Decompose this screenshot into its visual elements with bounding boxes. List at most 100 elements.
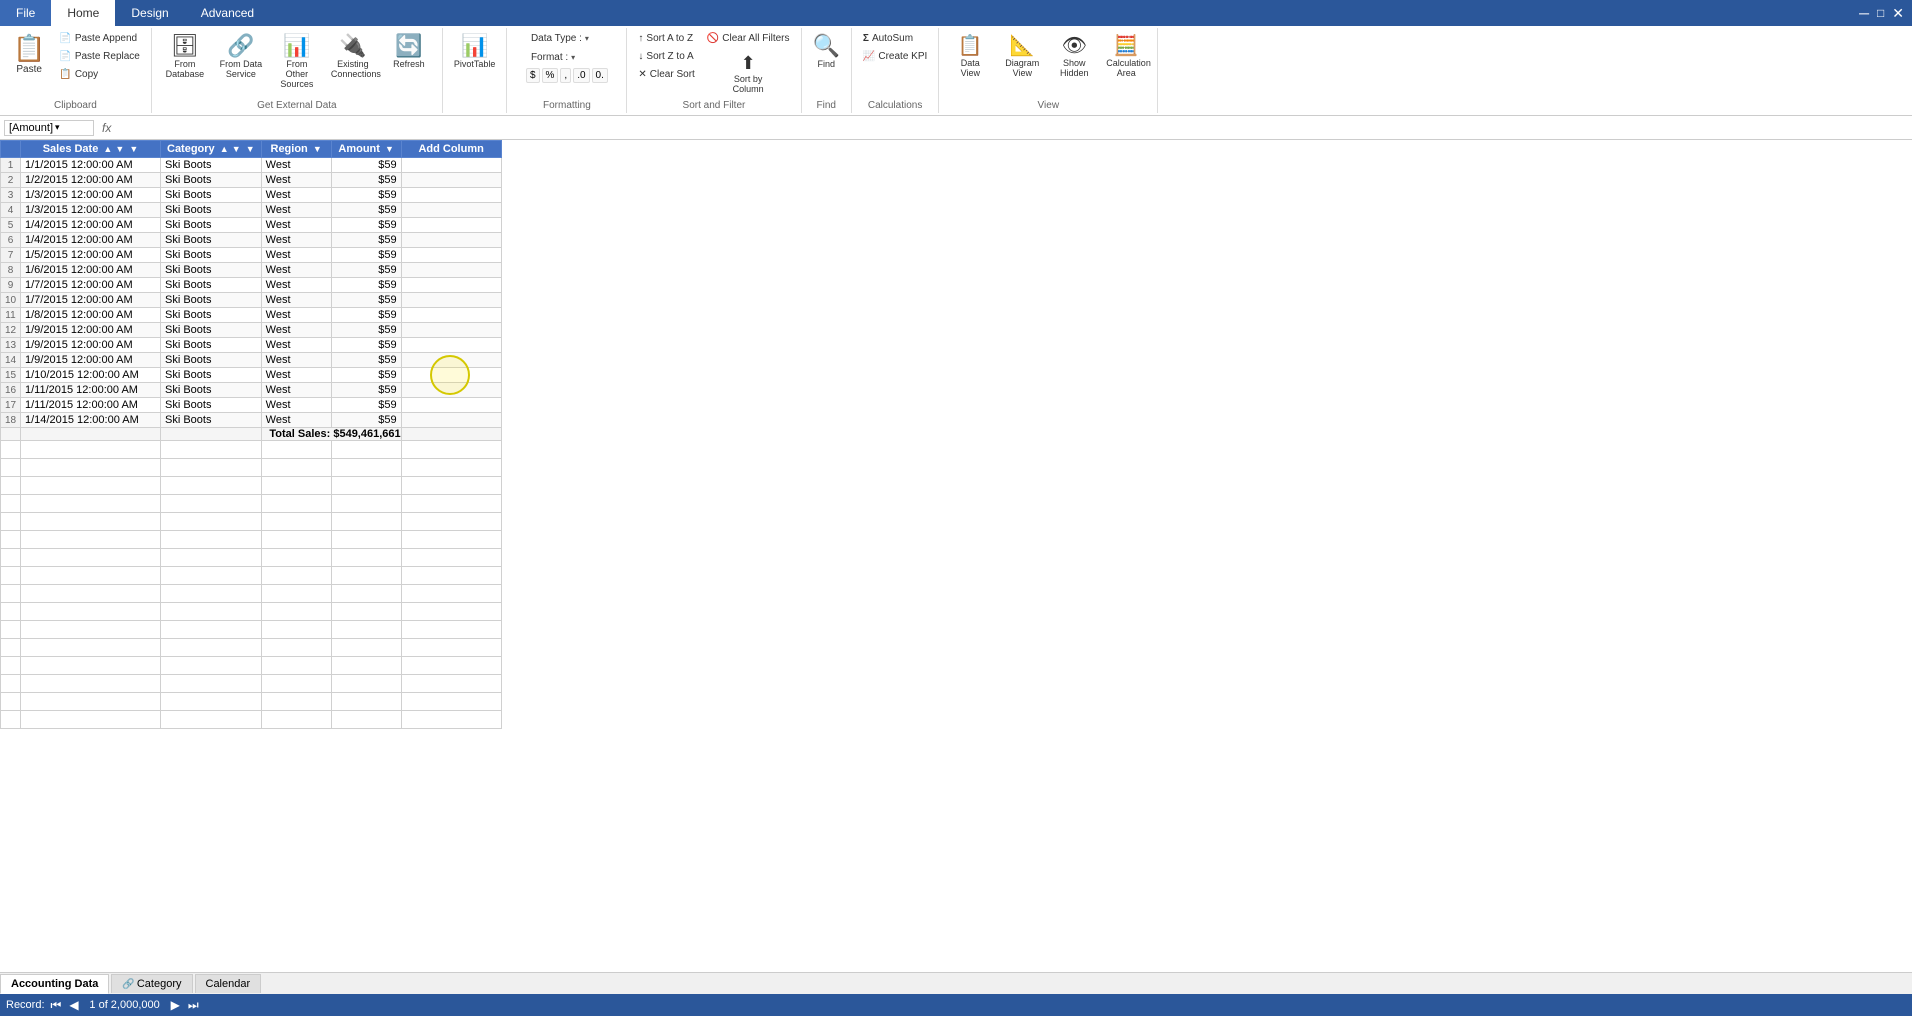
table-row[interactable]: 2 1/2/2015 12:00:00 AM Ski Boots West $5… bbox=[1, 173, 502, 188]
cell-amount[interactable]: $59 bbox=[331, 173, 401, 188]
cell-region[interactable]: West bbox=[261, 398, 331, 413]
col-header-category[interactable]: Category ▲ ▼ ▼ bbox=[161, 141, 262, 158]
sheet-tab-category[interactable]: 🔗 Category bbox=[111, 974, 192, 993]
percent-button[interactable]: % bbox=[542, 68, 559, 83]
cell-amount[interactable]: $59 bbox=[331, 353, 401, 368]
cell-amount[interactable]: $59 bbox=[331, 278, 401, 293]
cell-category[interactable]: Ski Boots bbox=[161, 338, 262, 353]
pivottable-button[interactable]: 📊 PivotTable bbox=[449, 30, 501, 109]
cell-category[interactable]: Ski Boots bbox=[161, 248, 262, 263]
table-row[interactable]: 4 1/3/2015 12:00:00 AM Ski Boots West $5… bbox=[1, 203, 502, 218]
cell-extra[interactable] bbox=[401, 263, 501, 278]
cell-extra[interactable] bbox=[401, 293, 501, 308]
sort-a-z-button[interactable]: ↑ Sort A to Z bbox=[633, 30, 699, 47]
cell-extra[interactable] bbox=[401, 173, 501, 188]
cell-region[interactable]: West bbox=[261, 353, 331, 368]
cell-region[interactable]: West bbox=[261, 158, 331, 173]
cell-category[interactable]: Ski Boots bbox=[161, 188, 262, 203]
paste-append-button[interactable]: 📄 Paste Append bbox=[54, 30, 145, 47]
cell-sales-date[interactable]: 1/9/2015 12:00:00 AM bbox=[21, 323, 161, 338]
table-row[interactable]: 16 1/11/2015 12:00:00 AM Ski Boots West … bbox=[1, 383, 502, 398]
category-filter-icon[interactable]: ▼ bbox=[246, 144, 255, 154]
cell-category[interactable]: Ski Boots bbox=[161, 263, 262, 278]
cell-extra[interactable] bbox=[401, 308, 501, 323]
sales-date-filter-icon[interactable]: ▼ bbox=[129, 144, 138, 154]
table-row[interactable]: 11 1/8/2015 12:00:00 AM Ski Boots West $… bbox=[1, 308, 502, 323]
cell-category[interactable]: Ski Boots bbox=[161, 293, 262, 308]
cell-sales-date[interactable]: 1/14/2015 12:00:00 AM bbox=[21, 413, 161, 428]
cell-sales-date[interactable]: 1/9/2015 12:00:00 AM bbox=[21, 338, 161, 353]
col-header-region[interactable]: Region ▼ bbox=[261, 141, 331, 158]
tab-design[interactable]: Design bbox=[115, 0, 184, 26]
table-row[interactable]: 13 1/9/2015 12:00:00 AM Ski Boots West $… bbox=[1, 338, 502, 353]
formula-input[interactable] bbox=[119, 122, 1908, 134]
cell-amount[interactable]: $59 bbox=[331, 368, 401, 383]
refresh-button[interactable]: 🔄 Refresh bbox=[382, 30, 436, 72]
cell-region[interactable]: West bbox=[261, 323, 331, 338]
paste-button[interactable]: 📋 Paste bbox=[6, 30, 52, 78]
cell-category[interactable]: Ski Boots bbox=[161, 158, 262, 173]
cell-category[interactable]: Ski Boots bbox=[161, 413, 262, 428]
cell-region[interactable]: West bbox=[261, 278, 331, 293]
cell-sales-date[interactable]: 1/4/2015 12:00:00 AM bbox=[21, 233, 161, 248]
cell-region[interactable]: West bbox=[261, 233, 331, 248]
cell-sales-date[interactable]: 1/7/2015 12:00:00 AM bbox=[21, 278, 161, 293]
amount-filter-icon[interactable]: ▼ bbox=[385, 144, 394, 154]
decimal-decrease-button[interactable]: 0. bbox=[592, 68, 608, 83]
cell-category[interactable]: Ski Boots bbox=[161, 278, 262, 293]
find-button[interactable]: 🔍 Find bbox=[808, 30, 845, 98]
sort-by-column-button[interactable]: ⬆ Sort by Column bbox=[702, 50, 795, 97]
existing-connections-button[interactable]: 🔌 Existing Connections bbox=[326, 30, 380, 82]
col-header-amount[interactable]: Amount ▼ bbox=[331, 141, 401, 158]
table-row[interactable]: 12 1/9/2015 12:00:00 AM Ski Boots West $… bbox=[1, 323, 502, 338]
window-minimize-icon[interactable]: ─ bbox=[1855, 5, 1873, 21]
cell-category[interactable]: Ski Boots bbox=[161, 173, 262, 188]
table-row[interactable]: 15 1/10/2015 12:00:00 AM Ski Boots West … bbox=[1, 368, 502, 383]
table-row[interactable]: 17 1/11/2015 12:00:00 AM Ski Boots West … bbox=[1, 398, 502, 413]
table-row[interactable]: 8 1/6/2015 12:00:00 AM Ski Boots West $5… bbox=[1, 263, 502, 278]
cell-extra[interactable] bbox=[401, 203, 501, 218]
cell-extra[interactable] bbox=[401, 188, 501, 203]
cell-extra[interactable] bbox=[401, 368, 501, 383]
data-type-button[interactable]: Data Type : ▾ bbox=[526, 30, 608, 47]
cell-sales-date[interactable]: 1/4/2015 12:00:00 AM bbox=[21, 218, 161, 233]
cell-amount[interactable]: $59 bbox=[331, 383, 401, 398]
table-row[interactable]: 3 1/3/2015 12:00:00 AM Ski Boots West $5… bbox=[1, 188, 502, 203]
cell-amount[interactable]: $59 bbox=[331, 233, 401, 248]
create-kpi-button[interactable]: 📈 Create KPI bbox=[858, 48, 932, 65]
from-other-sources-button[interactable]: 📊 From Other Sources bbox=[270, 30, 324, 92]
cell-region[interactable]: West bbox=[261, 263, 331, 278]
sheet-tab-accounting-data[interactable]: Accounting Data bbox=[0, 974, 109, 994]
cell-extra[interactable] bbox=[401, 413, 501, 428]
cell-extra[interactable] bbox=[401, 248, 501, 263]
cell-sales-date[interactable]: 1/3/2015 12:00:00 AM bbox=[21, 188, 161, 203]
cell-category[interactable]: Ski Boots bbox=[161, 383, 262, 398]
cell-category[interactable]: Ski Boots bbox=[161, 203, 262, 218]
table-row[interactable]: 14 1/9/2015 12:00:00 AM Ski Boots West $… bbox=[1, 353, 502, 368]
cell-extra[interactable] bbox=[401, 218, 501, 233]
cell-extra[interactable] bbox=[401, 323, 501, 338]
grid-container[interactable]: Sales Date ▲ ▼ ▼ Category ▲ ▼ ▼ Regi bbox=[0, 140, 1912, 972]
cell-category[interactable]: Ski Boots bbox=[161, 398, 262, 413]
cell-region[interactable]: West bbox=[261, 413, 331, 428]
cell-extra[interactable] bbox=[401, 158, 501, 173]
cell-sales-date[interactable]: 1/10/2015 12:00:00 AM bbox=[21, 368, 161, 383]
cell-sales-date[interactable]: 1/3/2015 12:00:00 AM bbox=[21, 203, 161, 218]
cell-region[interactable]: West bbox=[261, 218, 331, 233]
sheet-tab-calendar[interactable]: Calendar bbox=[195, 974, 262, 993]
nav-last-button[interactable]: ⏭ bbox=[186, 998, 201, 1013]
table-row[interactable]: 1 1/1/2015 12:00:00 AM Ski Boots West $5… bbox=[1, 158, 502, 173]
clear-sort-button[interactable]: ✕ Clear Sort bbox=[633, 66, 699, 83]
cell-extra[interactable] bbox=[401, 383, 501, 398]
table-row[interactable]: 18 1/14/2015 12:00:00 AM Ski Boots West … bbox=[1, 413, 502, 428]
cell-category[interactable]: Ski Boots bbox=[161, 368, 262, 383]
from-database-button[interactable]: 🗄 From Database bbox=[158, 30, 212, 82]
cell-extra[interactable] bbox=[401, 233, 501, 248]
paste-replace-button[interactable]: 📄 Paste Replace bbox=[54, 48, 145, 65]
cell-amount[interactable]: $59 bbox=[331, 248, 401, 263]
tab-advanced[interactable]: Advanced bbox=[185, 0, 270, 26]
cell-category[interactable]: Ski Boots bbox=[161, 323, 262, 338]
cell-amount[interactable]: $59 bbox=[331, 413, 401, 428]
cell-amount[interactable]: $59 bbox=[331, 398, 401, 413]
cell-region[interactable]: West bbox=[261, 368, 331, 383]
